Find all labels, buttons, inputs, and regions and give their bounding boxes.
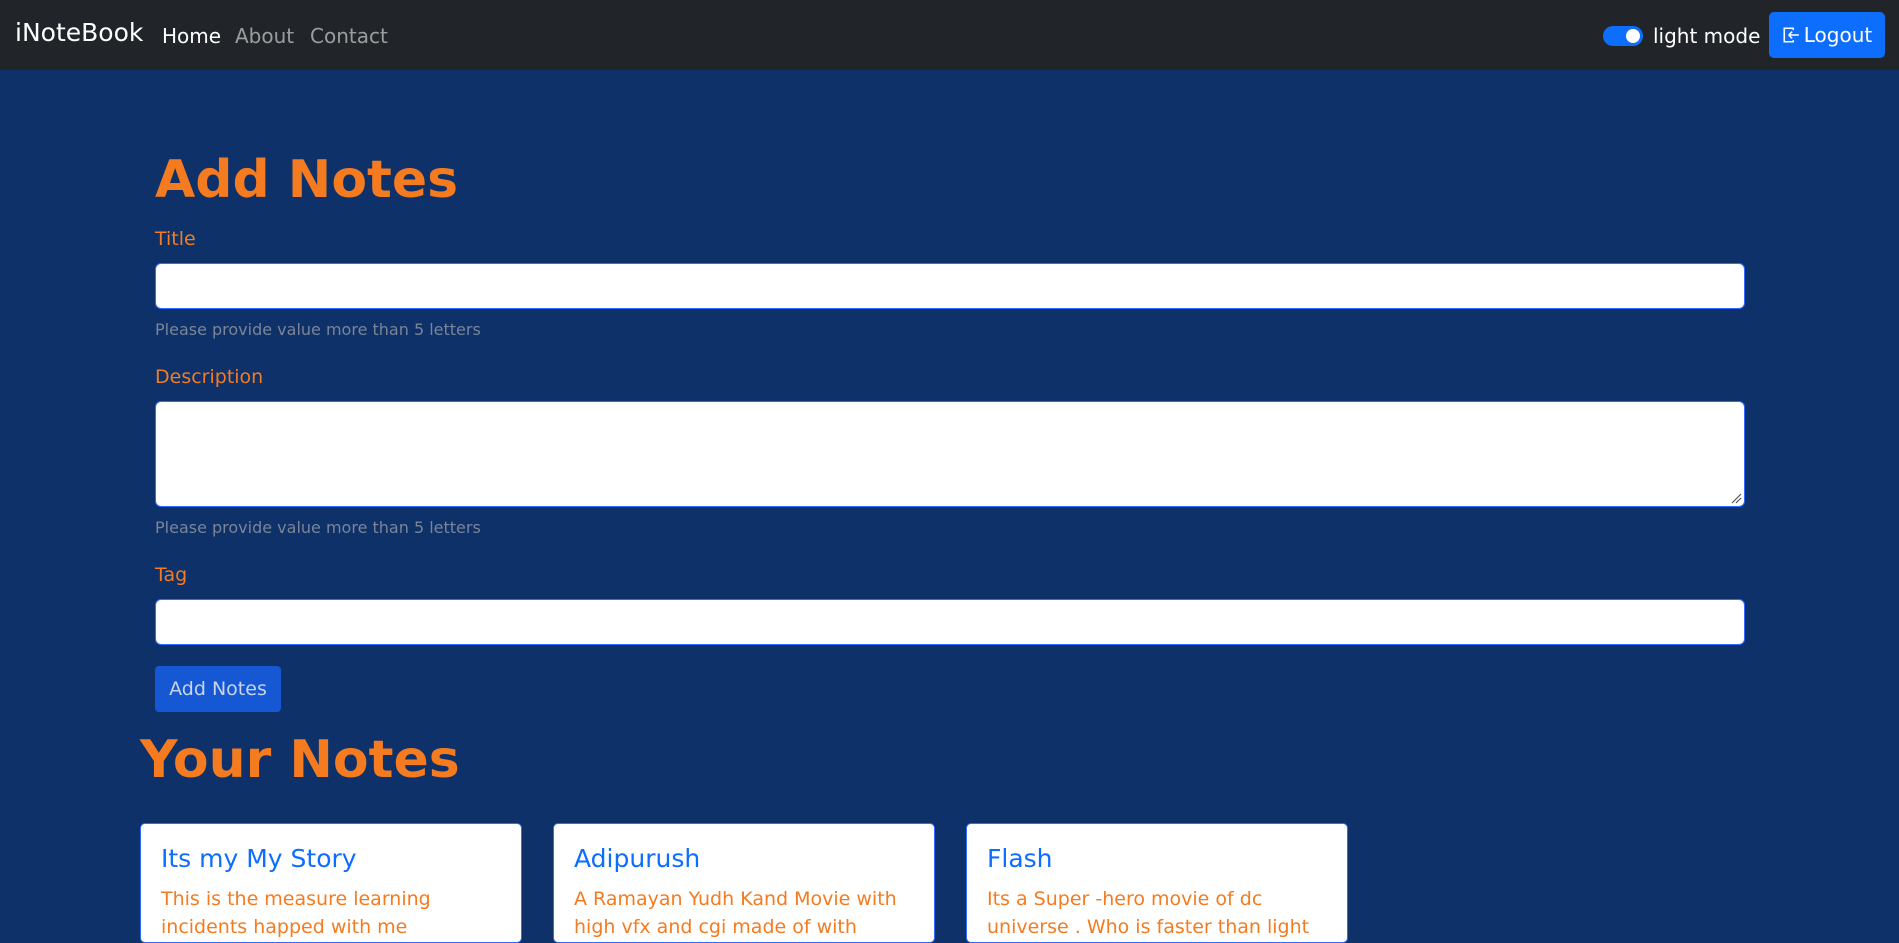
note-title: Its my My Story (161, 844, 357, 873)
nav-link-contact[interactable]: Contact (310, 24, 388, 48)
tag-input[interactable] (155, 599, 1745, 645)
note-title: Flash (987, 844, 1053, 873)
note-card: Flash Its a Super -hero movie of dc univ… (966, 823, 1348, 943)
description-textarea[interactable] (155, 401, 1745, 507)
theme-toggle: light mode (1603, 24, 1760, 48)
resize-grip-icon[interactable] (1730, 492, 1742, 504)
title-help-text: Please provide value more than 5 letters (155, 320, 481, 339)
logout-label: Logout (1803, 23, 1873, 47)
nav-link-home[interactable]: Home (162, 24, 221, 48)
add-notes-button[interactable]: Add Notes (155, 666, 281, 712)
note-description: A Ramayan Yudh Kand Movie with high vfx … (574, 888, 897, 938)
light-mode-label: light mode (1653, 24, 1761, 48)
description-label: Description (155, 366, 264, 388)
title-label: Title (155, 228, 196, 250)
navbar: iNoteBook Home About Contact light mode … (0, 0, 1899, 70)
note-card: Adipurush A Ramayan Yudh Kand Movie with… (553, 823, 935, 943)
nav-link-about[interactable]: About (235, 24, 294, 48)
add-notes-heading: Add Notes (155, 150, 459, 210)
logout-icon (1783, 27, 1799, 43)
note-title: Adipurush (574, 844, 701, 873)
description-help-text: Please provide value more than 5 letters (155, 518, 481, 537)
note-card: Its my My Story This is the measure lear… (140, 823, 522, 943)
tag-label: Tag (155, 564, 188, 586)
light-mode-switch[interactable] (1603, 26, 1643, 46)
switch-knob (1626, 29, 1640, 43)
brand-logo[interactable]: iNoteBook (15, 18, 143, 47)
title-input[interactable] (155, 263, 1745, 309)
logout-button[interactable]: Logout (1769, 12, 1885, 58)
your-notes-heading: Your Notes (140, 730, 460, 790)
